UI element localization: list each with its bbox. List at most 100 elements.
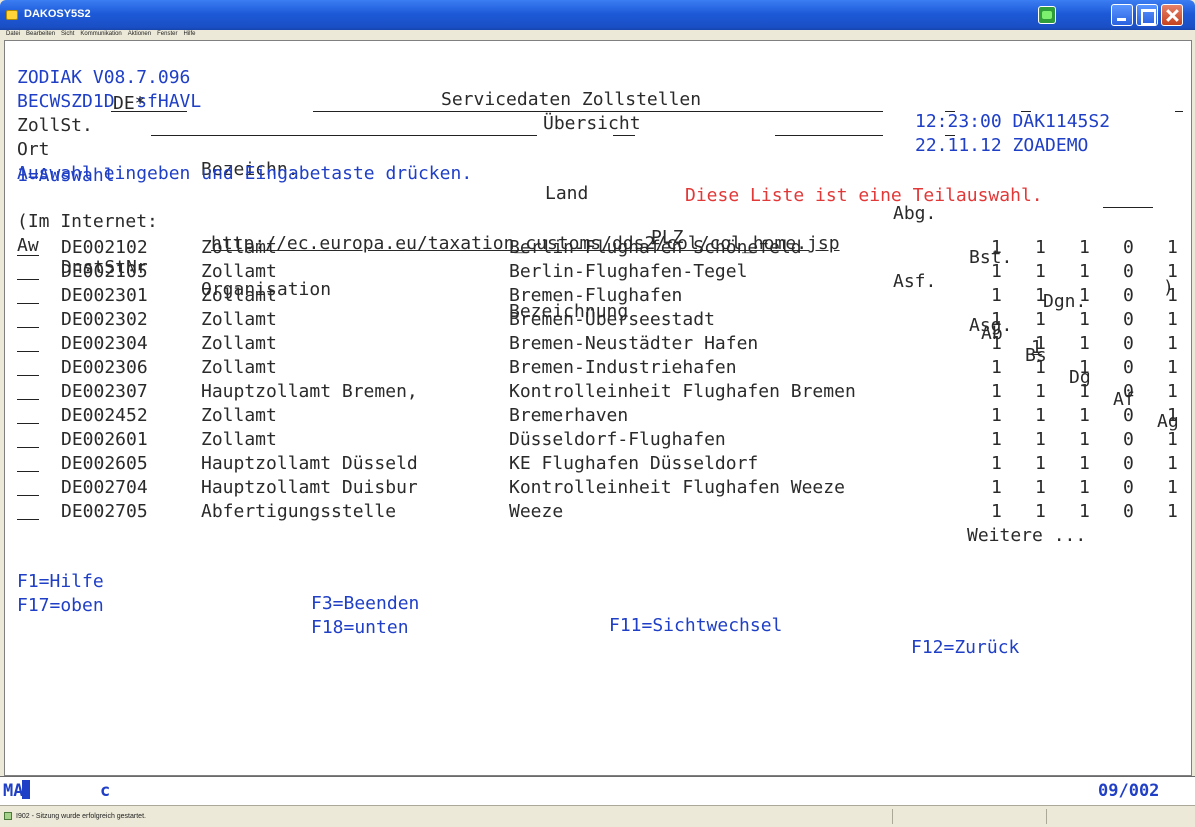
- table-row: DE002302 Zollamt Bremen-Überseestadt 1 1 1 0 1: [5, 309, 1185, 331]
- window-title: DAKOSY5S2: [24, 8, 91, 20]
- row-dnststnr: DE002452: [61, 405, 148, 426]
- f17-top-key[interactable]: F17=oben: [17, 595, 104, 617]
- row-organisation: Hauptzollamt Bremen,: [201, 381, 418, 402]
- dgn-field[interactable]: [1175, 95, 1183, 112]
- row-selection-field[interactable]: [17, 383, 39, 400]
- row-dnststnr: DE002601: [61, 429, 148, 450]
- ort-field[interactable]: [151, 119, 537, 136]
- table-row: DE002452 Zollamt Bremerhaven 1 1 1 0 1: [5, 405, 1185, 427]
- plz-field[interactable]: [775, 119, 883, 136]
- row-dnststnr: DE002102: [61, 237, 148, 258]
- close-button[interactable]: [1161, 4, 1183, 26]
- row-ab: 1: [991, 381, 1002, 402]
- asf-field[interactable]: [945, 119, 955, 136]
- row-ag: 1: [1167, 309, 1178, 330]
- row-ag: 1: [1167, 285, 1178, 306]
- row-selection-field[interactable]: [17, 287, 39, 304]
- bst-field[interactable]: [1021, 95, 1031, 112]
- cursor-position: 09/002: [1098, 781, 1160, 801]
- row-ag: 1: [1167, 429, 1178, 450]
- row-af: 0: [1123, 333, 1134, 354]
- row-ag: 1: [1167, 405, 1178, 426]
- row-selection-field[interactable]: [17, 407, 39, 424]
- row-dg: 1: [1079, 333, 1090, 354]
- terminal-screen[interactable]: ZODIAK V08.7.096 Servicedaten Zollstelle…: [4, 40, 1192, 776]
- function-keys-row-1: F1=Hilfe F3=Beenden F11=Sichtwechsel F12…: [5, 549, 1185, 658]
- row-af: 0: [1123, 261, 1134, 282]
- row-dg: 1: [1079, 237, 1090, 258]
- row-bezeichnung: Kontrolleinheit Flughafen Weeze: [509, 477, 845, 498]
- row-dg: 1: [1079, 381, 1090, 402]
- message-row: Auswahl eingeben und Eingabetaste drücke…: [5, 141, 1185, 206]
- menu-item-hilfe[interactable]: Hilfe: [183, 30, 195, 39]
- row-af: 0: [1123, 285, 1134, 306]
- f12-back-key[interactable]: F12=Zurück: [911, 637, 1019, 659]
- zollst-field[interactable]: DE*: [111, 93, 187, 114]
- table-row: DE002605 Hauptzollamt Düsseld KE Flughafen…: [5, 453, 1185, 475]
- row-selection-field[interactable]: [17, 479, 39, 496]
- abg-field[interactable]: [945, 95, 955, 112]
- row-ab: 1: [991, 429, 1002, 450]
- row-af: 0: [1123, 453, 1134, 474]
- row-selection-field[interactable]: [17, 263, 39, 280]
- row-dnststnr: DE002705: [61, 501, 148, 522]
- menu-item-sicht[interactable]: Sicht: [61, 30, 74, 39]
- row-af: 0: [1123, 477, 1134, 498]
- row-ab: 1: [991, 477, 1002, 498]
- table-row: DE002301 Zollamt Bremen-Flughafen 1 1 1 0 1: [5, 285, 1185, 307]
- row-selection-field[interactable]: [17, 503, 39, 520]
- menu-item-bearbeiten[interactable]: Bearbeiten: [26, 30, 55, 39]
- row-ag: 1: [1167, 333, 1178, 354]
- row-organisation: Zollamt: [201, 285, 277, 306]
- row-ab: 1: [991, 333, 1002, 354]
- row-dnststnr: DE002307: [61, 381, 148, 402]
- row-organisation: Hauptzollamt Düsseld: [201, 453, 418, 474]
- status-separator: [892, 809, 893, 824]
- menu-item-fenster[interactable]: Fenster: [157, 30, 177, 39]
- minimize-button[interactable]: [1111, 4, 1133, 26]
- row-bezeichnung: Bremen-Industriehafen: [509, 357, 737, 378]
- row-selection-field[interactable]: [17, 335, 39, 352]
- row-bs: 1: [1035, 429, 1046, 450]
- table-row: DE002105 Zollamt Berlin-Flughafen-Tegel 1 1 1…: [5, 261, 1185, 283]
- row-selection-field[interactable]: [17, 431, 39, 448]
- row-af: 0: [1123, 357, 1134, 378]
- status-separator: [1046, 809, 1047, 824]
- f3-exit-key[interactable]: F3=Beenden: [311, 593, 419, 615]
- row-bs: 1: [1035, 333, 1046, 354]
- table-row: DE002102 Zollamt Berlin-Flughafen Schönefe…: [5, 237, 1185, 259]
- row-dg: 1: [1079, 285, 1090, 306]
- connection-status-icon[interactable]: [1038, 6, 1056, 24]
- row-bezeichnung: Berlin-Flughafen-Tegel: [509, 261, 748, 282]
- row-ag: 1: [1167, 453, 1178, 474]
- row-selection-field[interactable]: [17, 239, 39, 256]
- header-row-1: ZODIAK V08.7.096 Servicedaten Zollstelle…: [5, 45, 1185, 132]
- land-field[interactable]: [613, 119, 635, 136]
- app-icon: [6, 10, 18, 20]
- table-row: DE002705 Abfertigungsstelle Weeze 1 1 1 0 1: [5, 501, 1185, 523]
- row-selection-field[interactable]: [17, 455, 39, 472]
- row-dnststnr: DE002301: [61, 285, 148, 306]
- f18-bottom-key[interactable]: F18=unten: [311, 617, 409, 639]
- row-organisation: Hauptzollamt Duisbur: [201, 477, 418, 498]
- menu-item-aktionen[interactable]: Aktionen: [128, 30, 151, 39]
- row-dnststnr: DE002105: [61, 261, 148, 282]
- filter-row-2: Ort Land PLZ Asf. Asg. 1: [5, 117, 1185, 358]
- row-bezeichnung: Bremerhaven: [509, 405, 629, 426]
- row-ab: 1: [991, 309, 1002, 330]
- function-keys-row-2: F17=oben F18=unten: [5, 573, 1185, 638]
- row-bezeichnung: Bremen-Flughafen: [509, 285, 683, 306]
- maximize-button[interactable]: [1136, 4, 1158, 26]
- row-organisation: Zollamt: [201, 429, 277, 450]
- row-bezeichnung: Bremen-Überseestadt: [509, 309, 715, 330]
- row-selection-field[interactable]: [17, 359, 39, 376]
- row-dg: 1: [1079, 453, 1090, 474]
- f11-view-switch-key[interactable]: F11=Sichtwechsel: [609, 615, 782, 637]
- row-selection-field[interactable]: [17, 311, 39, 328]
- menu-item-kommunikation[interactable]: Kommunikation: [80, 30, 121, 39]
- menu-item-datei[interactable]: Datei: [6, 30, 20, 39]
- bezeichnung-field[interactable]: [313, 95, 883, 112]
- row-organisation: Zollamt: [201, 357, 277, 378]
- row-ab: 1: [991, 357, 1002, 378]
- row-ag: 1: [1167, 237, 1178, 258]
